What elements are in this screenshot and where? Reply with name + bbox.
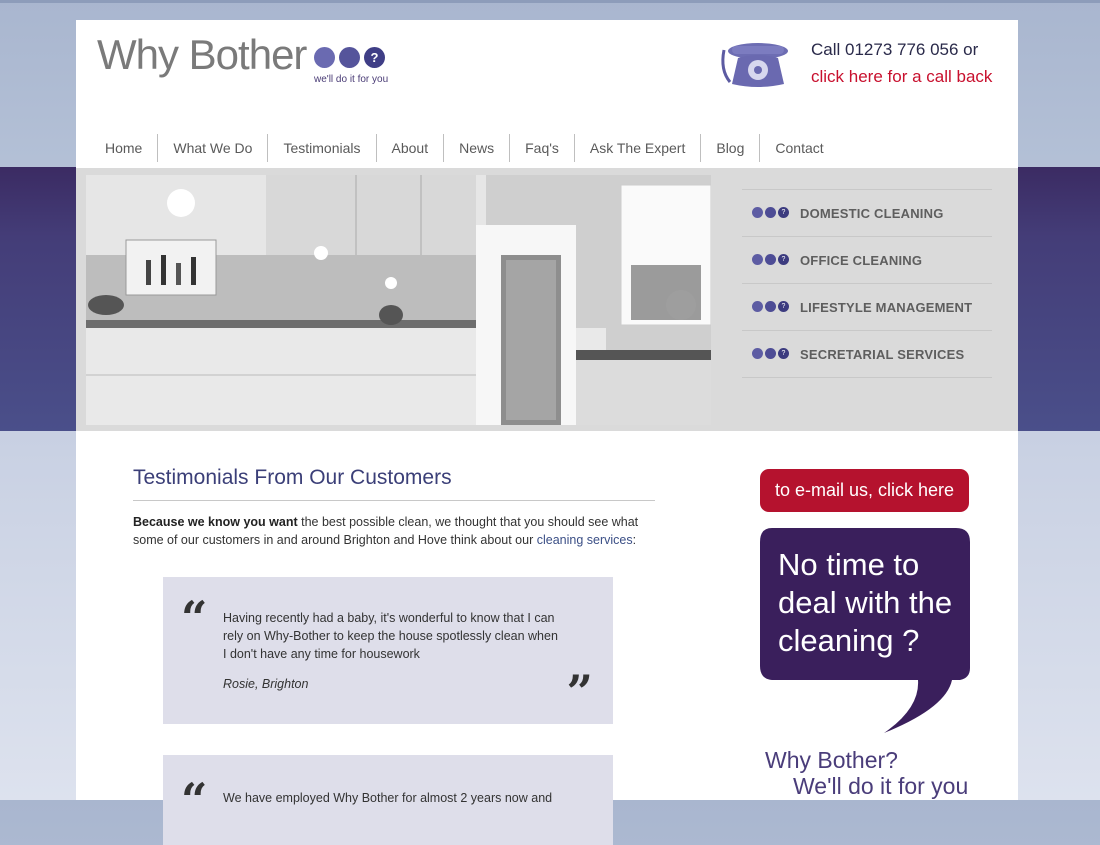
- service-label: LIFESTYLE MANAGEMENT: [800, 299, 973, 315]
- nav-news[interactable]: News: [443, 134, 509, 162]
- title-divider: [133, 500, 655, 501]
- services-menu: ? DOMESTIC CLEANING ? OFFICE CLEANING ? …: [742, 189, 992, 378]
- testimonial-text: Having recently had a baby, it's wonderf…: [223, 611, 558, 661]
- service-office-cleaning[interactable]: ? OFFICE CLEANING: [742, 236, 992, 283]
- nav-home[interactable]: Home: [90, 134, 157, 162]
- call-number-text: Call 01273 776 056 or: [811, 40, 979, 59]
- dots-icon: ?: [752, 207, 790, 219]
- dots-icon: ?: [752, 301, 790, 313]
- intro-bold: Because we know you want: [133, 515, 298, 529]
- nav-what-we-do[interactable]: What We Do: [157, 134, 267, 162]
- open-quote-icon: “: [181, 773, 208, 827]
- logo-tagline: we'll do it for you: [314, 74, 389, 85]
- service-lifestyle-management[interactable]: ? LIFESTYLE MANAGEMENT: [742, 283, 992, 330]
- nav-faqs[interactable]: Faq's: [509, 134, 574, 162]
- nav-contact[interactable]: Contact: [759, 134, 838, 162]
- close-quote-icon: ”: [566, 665, 593, 719]
- intro-end: :: [632, 533, 637, 547]
- service-domestic-cleaning[interactable]: ? DOMESTIC CLEANING: [742, 189, 992, 236]
- dots-icon: ?: [752, 254, 790, 266]
- testimonial-card: “ We have employed Why Bother for almost…: [163, 755, 613, 845]
- open-quote-icon: “: [181, 591, 208, 645]
- email-us-button[interactable]: to e-mail us, click here: [760, 469, 969, 512]
- cleaning-services-link[interactable]: cleaning services: [537, 533, 633, 547]
- testimonial-text: We have employed Why Bother for almost 2…: [223, 791, 553, 805]
- testimonial-author: Rosie, Brighton: [223, 677, 309, 691]
- testimonial-card: “ Having recently had a baby, it's wonde…: [163, 577, 613, 724]
- service-label: OFFICE CLEANING: [800, 252, 923, 268]
- bubble-text: No time to deal with the cleaning ?: [778, 547, 953, 658]
- kitchen-photo: [86, 175, 711, 425]
- service-secretarial-services[interactable]: ? SECRETARIAL SERVICES: [742, 330, 992, 378]
- page-container: Why Bother ? we'll do it for you Call 01…: [76, 20, 1018, 845]
- nav-testimonials[interactable]: Testimonials: [267, 134, 375, 162]
- page-title: Testimonials From Our Customers: [133, 466, 452, 489]
- dots-icon: ?: [752, 348, 790, 360]
- slogan-line-2: We'll do it for you: [793, 773, 969, 799]
- hero-section: ? DOMESTIC CLEANING ? OFFICE CLEANING ? …: [76, 168, 1018, 431]
- nav-ask-the-expert[interactable]: Ask The Expert: [573, 134, 700, 162]
- nav-blog[interactable]: Blog: [700, 134, 759, 162]
- slogan-line-1: Why Bother?: [765, 747, 898, 773]
- intro-paragraph: Because we know you want the best possib…: [133, 513, 663, 549]
- service-label: DOMESTIC CLEANING: [800, 205, 944, 221]
- service-label: SECRETARIAL SERVICES: [800, 346, 965, 362]
- top-border: [0, 0, 1100, 3]
- logo-text: Why Bother: [97, 31, 307, 78]
- call-back-link[interactable]: click here for a call back: [811, 67, 992, 87]
- telephone-icon: [718, 40, 798, 95]
- nav-about[interactable]: About: [375, 134, 444, 162]
- main-nav: Home What We Do Testimonials About News …: [90, 133, 839, 163]
